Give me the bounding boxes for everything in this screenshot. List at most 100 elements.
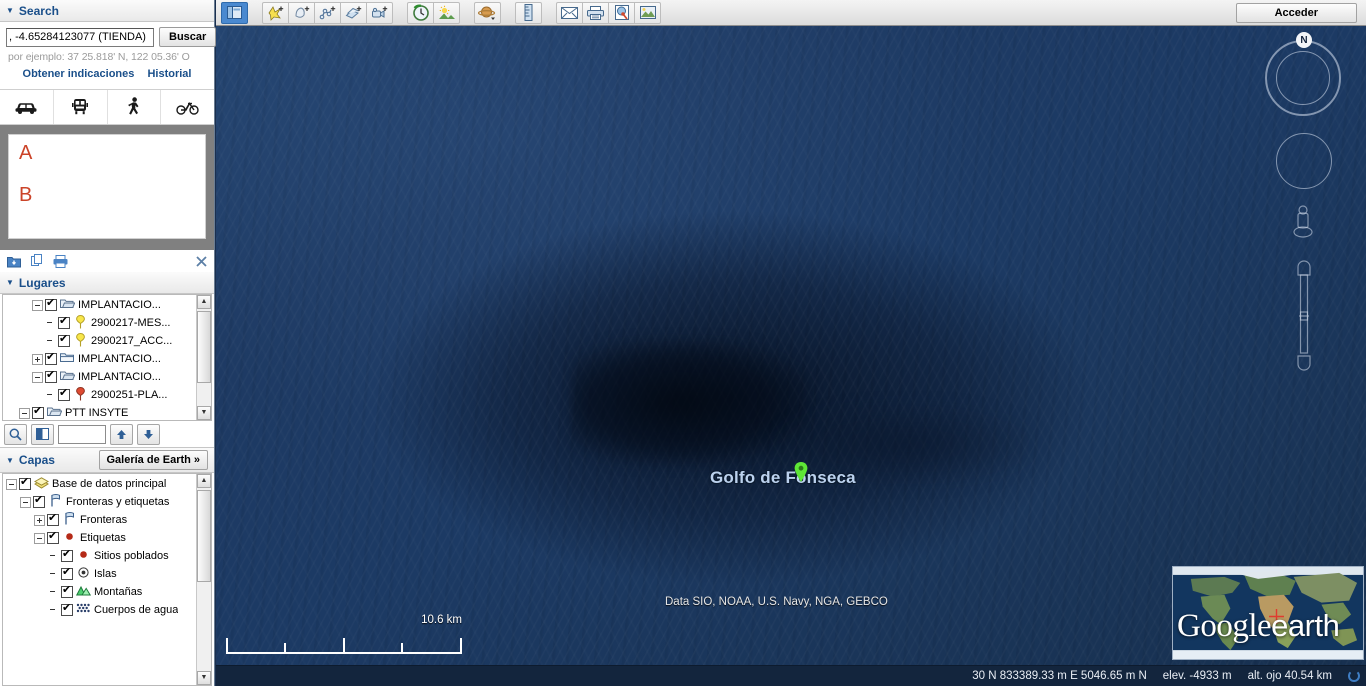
planet-switcher-button[interactable] xyxy=(474,1,501,24)
tree-item-checkbox[interactable] xyxy=(61,566,73,580)
search-input[interactable] xyxy=(6,27,154,47)
tree-item[interactable]: 2900217-MES... xyxy=(3,314,196,332)
tree-item[interactable]: PTT INSYTE xyxy=(3,404,196,420)
pan-control-ring[interactable] xyxy=(1276,133,1332,189)
tree-item[interactable]: Montañas xyxy=(3,583,196,601)
travel-mode-walk[interactable] xyxy=(108,90,162,124)
pegman-icon[interactable] xyxy=(1288,204,1318,252)
search-panel-header[interactable]: ▼ Search xyxy=(0,0,214,22)
places-tree[interactable]: IMPLANTACIO... 2900217-MES... 2900217_ACC.… xyxy=(2,294,212,421)
tree-item-checkbox[interactable] xyxy=(58,333,70,347)
tree-item[interactable]: Fronteras xyxy=(3,511,196,529)
travel-mode-transit[interactable] xyxy=(54,90,108,124)
print-icon[interactable] xyxy=(53,254,68,268)
tree-item[interactable]: Islas xyxy=(3,565,196,583)
travel-mode-bike[interactable] xyxy=(161,90,214,124)
email-button[interactable] xyxy=(556,1,583,24)
view-in-maps-button[interactable] xyxy=(608,1,635,24)
places-panel-header[interactable]: ▼ Lugares xyxy=(0,272,214,294)
collapse-icon[interactable] xyxy=(20,496,31,508)
tree-item[interactable]: Cuerpos de agua xyxy=(3,601,196,619)
tree-item[interactable]: 2900251-PLA... xyxy=(3,386,196,404)
places-scroll-down-button[interactable]: ▼ xyxy=(197,406,211,420)
layers-scroll-down-button[interactable]: ▼ xyxy=(197,671,211,685)
print-button[interactable] xyxy=(582,1,609,24)
places-move-up-button[interactable] xyxy=(110,423,133,445)
layers-scroll-up-button[interactable]: ▲ xyxy=(197,474,211,488)
tree-item[interactable]: Base de datos principal xyxy=(3,475,196,493)
google-earth-window: ▼ Search Buscar por ejemplo: 37 25.818' … xyxy=(0,0,1366,686)
close-icon[interactable] xyxy=(196,255,207,267)
save-image-button[interactable] xyxy=(634,1,661,24)
search-button[interactable]: Buscar xyxy=(159,27,217,47)
layers-tree[interactable]: Base de datos principal Fronteras y etiqu… xyxy=(2,473,212,686)
add-placemark-button[interactable] xyxy=(262,1,289,24)
tree-item-checkbox[interactable] xyxy=(58,387,70,401)
zoom-slider[interactable] xyxy=(1294,258,1314,373)
record-tour-button[interactable] xyxy=(366,1,393,24)
tree-item-checkbox[interactable] xyxy=(45,297,57,311)
add-path-button[interactable] xyxy=(314,1,341,24)
tree-item-checkbox[interactable] xyxy=(45,369,57,383)
copy-icon[interactable] xyxy=(31,254,43,268)
import-icon[interactable] xyxy=(7,255,21,268)
tree-item-checkbox[interactable] xyxy=(47,512,59,526)
tree-item[interactable]: Etiquetas xyxy=(3,529,196,547)
tree-item-checkbox[interactable] xyxy=(61,548,73,562)
places-scroll-thumb[interactable] xyxy=(197,311,211,383)
sign-in-button[interactable]: Acceder xyxy=(1235,2,1357,23)
sunlight-button[interactable] xyxy=(433,1,460,24)
expand-icon[interactable] xyxy=(32,353,43,365)
compass-inner-ring[interactable] xyxy=(1276,51,1330,105)
layers-collapse-triangle-icon[interactable]: ▼ xyxy=(6,456,14,465)
tree-item-checkbox[interactable] xyxy=(61,584,73,598)
tree-item-checkbox[interactable] xyxy=(47,530,59,544)
tree-item[interactable]: Fronteras y etiquetas xyxy=(3,493,196,511)
directions-box[interactable]: A B xyxy=(8,134,206,239)
tree-item-checkbox[interactable] xyxy=(33,494,45,508)
ruler-button[interactable] xyxy=(515,1,542,24)
tree-item-checkbox[interactable] xyxy=(45,351,57,365)
tree-expander-spacer xyxy=(48,605,59,616)
tree-item[interactable]: IMPLANTACIO... xyxy=(3,296,196,314)
collapse-icon[interactable] xyxy=(19,407,30,419)
layers-scrollbar[interactable]: ▲ ▼ xyxy=(196,474,211,685)
placemark-icon[interactable] xyxy=(794,462,808,482)
places-view-toggle-button[interactable] xyxy=(31,423,54,445)
tree-item-checkbox[interactable] xyxy=(19,476,31,490)
navigation-controls[interactable]: N xyxy=(1262,32,1344,372)
scale-bar: 10.6 km xyxy=(226,614,462,654)
tree-item[interactable]: 2900217_ACC... xyxy=(3,332,196,350)
places-scroll-up-button[interactable]: ▲ xyxy=(197,295,211,309)
collapse-icon[interactable] xyxy=(32,299,43,311)
collapse-icon[interactable] xyxy=(32,371,43,383)
tree-item[interactable]: Sitios poblados xyxy=(3,547,196,565)
north-indicator[interactable]: N xyxy=(1296,32,1312,48)
tree-item[interactable]: IMPLANTACIO... xyxy=(3,350,196,368)
tree-item-checkbox[interactable] xyxy=(58,315,70,329)
places-search-button[interactable] xyxy=(4,423,27,445)
places-move-down-button[interactable] xyxy=(137,423,160,445)
expand-icon[interactable] xyxy=(34,514,45,526)
tree-item[interactable]: IMPLANTACIO... xyxy=(3,368,196,386)
places-collapse-triangle-icon[interactable]: ▼ xyxy=(6,278,14,287)
tree-item-checkbox[interactable] xyxy=(32,405,44,419)
add-image-overlay-button[interactable] xyxy=(340,1,367,24)
get-directions-link[interactable]: Obtener indicaciones xyxy=(23,68,135,80)
tree-item-checkbox[interactable] xyxy=(61,602,73,616)
travel-mode-car[interactable] xyxy=(0,90,54,124)
layers-scroll-thumb[interactable] xyxy=(197,490,211,582)
map-viewport[interactable]: Golfo de Fonseca Data SIO, NOAA, U.S. Na… xyxy=(216,0,1366,686)
overview-map[interactable]: Googleearth xyxy=(1172,566,1364,660)
collapse-icon[interactable] xyxy=(6,478,17,490)
places-scrollbar[interactable]: ▲ ▼ xyxy=(196,295,211,420)
earth-gallery-button[interactable]: Galería de Earth » xyxy=(98,450,208,470)
history-link[interactable]: Historial xyxy=(147,68,191,80)
toggle-sidebar-button[interactable] xyxy=(221,1,248,24)
historical-imagery-button[interactable] xyxy=(407,1,434,24)
compass-outer-ring[interactable] xyxy=(1265,40,1341,116)
add-polygon-button[interactable] xyxy=(288,1,315,24)
collapse-icon[interactable] xyxy=(34,532,45,544)
places-find-input[interactable] xyxy=(58,424,106,444)
collapse-triangle-icon[interactable]: ▼ xyxy=(6,6,14,15)
